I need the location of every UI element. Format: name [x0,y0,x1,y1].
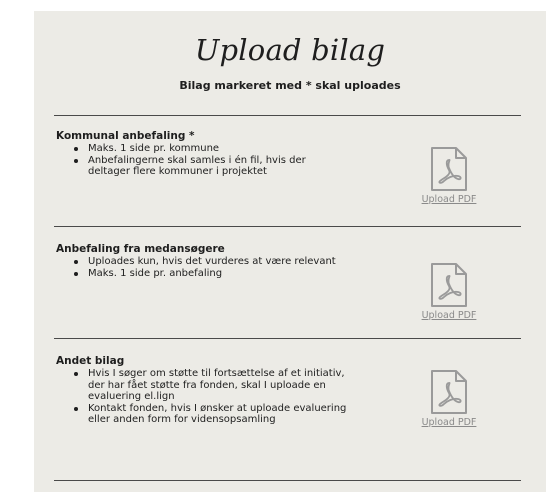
upload-pdf-button[interactable]: Upload PDF [416,369,486,429]
section-divider [54,480,521,481]
section-title: Andet bilag [56,355,125,367]
pdf-file-icon [431,147,467,191]
section-kommunal-anbefaling: Kommunal anbefaling * Maks. 1 side pr. k… [56,130,521,225]
pdf-file-icon [431,263,467,307]
section-title: Kommunal anbefaling * [56,130,195,142]
upload-pdf-link[interactable]: Upload PDF [416,417,482,428]
section-divider [54,226,521,227]
page-title: Upload bilag [194,33,386,67]
page-subtitle: Bilag markeret med * skal uploades [179,79,401,92]
section-anbefaling-medansogere: Anbefaling fra medansøgere Uploades kun,… [56,243,521,333]
list-item: Maks. 1 side pr. anbefaling [72,268,347,280]
upload-pdf-button[interactable]: Upload PDF [416,146,486,206]
list-item: Anbefalingerne skal samles i én fil, hvi… [72,155,347,178]
section-title: Anbefaling fra medansøgere [56,243,225,255]
list-item: Hvis I søger om støtte til fortsættelse … [72,368,347,403]
upload-pdf-button[interactable]: Upload PDF [416,262,486,322]
section-divider [54,115,521,116]
section-andet-bilag: Andet bilag Hvis I søger om støtte til f… [56,355,521,475]
upload-pdf-link[interactable]: Upload PDF [416,310,482,321]
pdf-file-icon [431,370,467,414]
bullet-list: Hvis I søger om støtte til fortsættelse … [72,368,347,426]
bullet-list: Uploades kun, hvis det vurderes at være … [72,256,347,279]
list-item: Uploades kun, hvis det vurderes at være … [72,256,347,268]
upload-panel: Upload bilag Bilag markeret med * skal u… [34,11,546,492]
upload-pdf-link[interactable]: Upload PDF [416,194,482,205]
list-item: Maks. 1 side pr. kommune [72,143,347,155]
list-item: Kontakt fonden, hvis I ønsker at uploade… [72,403,347,426]
section-divider [54,338,521,339]
bullet-list: Maks. 1 side pr. kommune Anbefalingerne … [72,143,347,178]
